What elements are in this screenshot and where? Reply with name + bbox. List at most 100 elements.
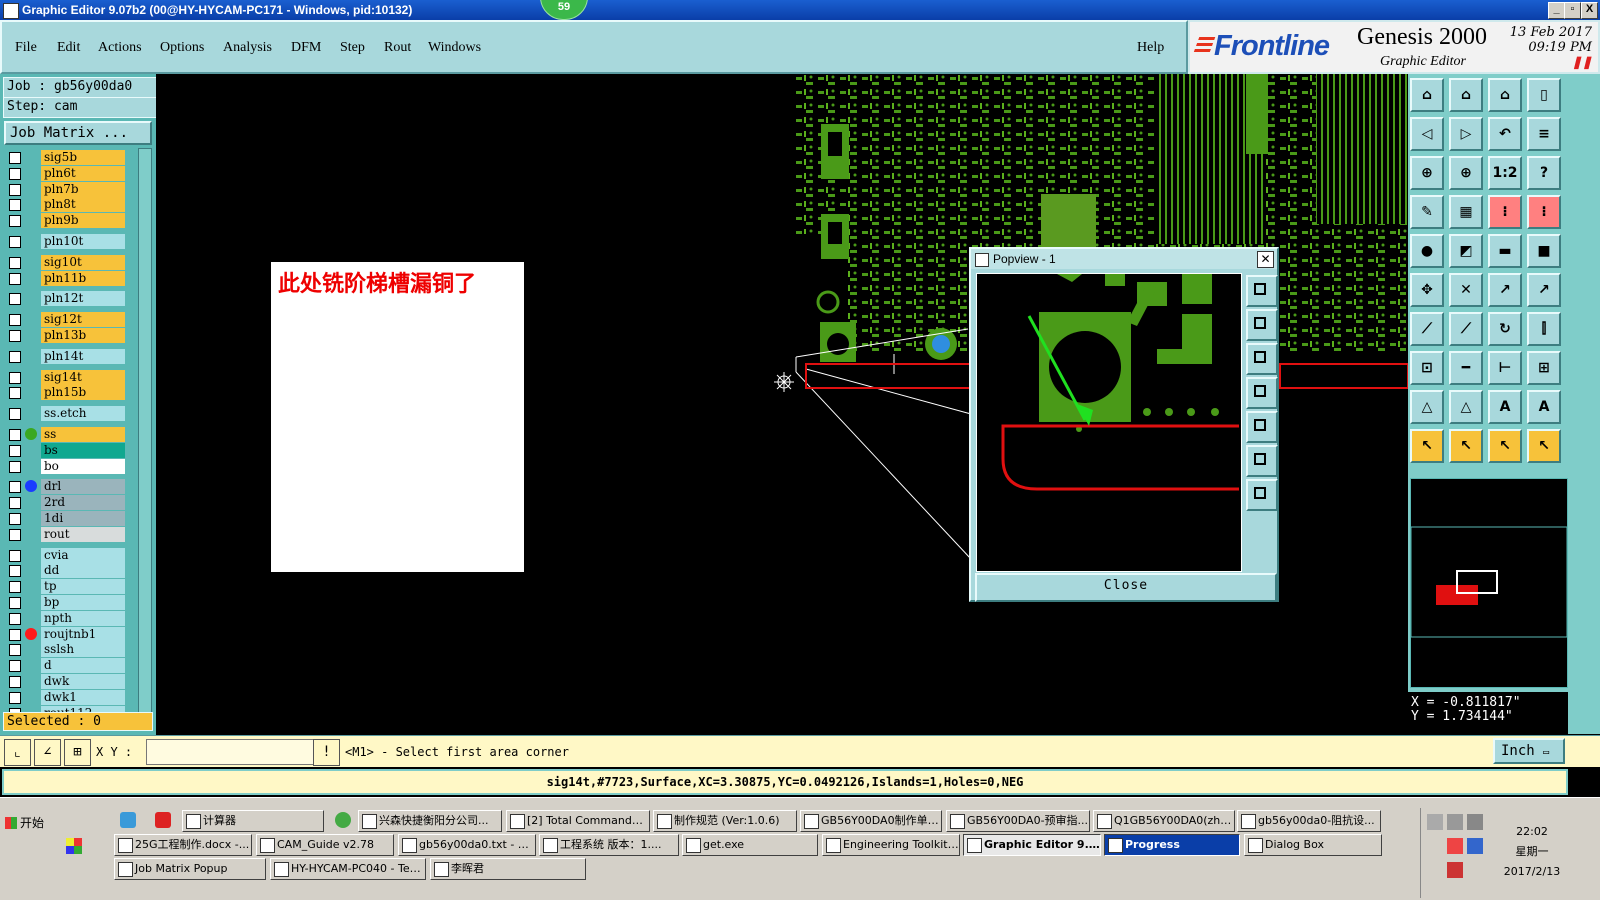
- layer-checkbox[interactable]: [9, 387, 21, 400]
- restore-button[interactable]: ▫: [1564, 2, 1581, 19]
- tool-button-26[interactable]: ⟋: [1449, 312, 1483, 346]
- layer-name[interactable]: pln8t: [41, 197, 125, 213]
- layer-row[interactable]: pln7b: [3, 181, 125, 197]
- start-button[interactable]: 开始: [2, 810, 66, 836]
- layer-row[interactable]: rout: [3, 526, 125, 542]
- layer-row[interactable]: bs: [3, 442, 125, 458]
- layer-checkbox[interactable]: [9, 460, 21, 473]
- layer-row[interactable]: d: [3, 658, 125, 674]
- pdf-icon[interactable]: [155, 812, 171, 828]
- tool-button-35[interactable]: A: [1488, 390, 1522, 424]
- layer-checkbox[interactable]: [9, 660, 21, 673]
- layer-name[interactable]: pln14t: [41, 348, 125, 364]
- tool-button-27[interactable]: ↻: [1488, 312, 1522, 346]
- tool-button-20[interactable]: ■: [1527, 234, 1561, 268]
- tool-button-32[interactable]: ⊞: [1527, 351, 1561, 385]
- menu-step[interactable]: Step: [340, 40, 365, 56]
- tool-button-10[interactable]: ⊕: [1449, 156, 1483, 190]
- tool-button-6[interactable]: ▷: [1449, 117, 1483, 151]
- tray-icon-4[interactable]: [1467, 838, 1483, 854]
- taskbar-button[interactable]: 李晖君: [430, 858, 586, 880]
- tool-button-3[interactable]: ⌂: [1488, 78, 1522, 112]
- layer-name[interactable]: pln6t: [41, 165, 125, 181]
- tool-button-23[interactable]: ↗: [1488, 273, 1522, 307]
- tool-button-17[interactable]: ●: [1410, 234, 1444, 268]
- tool-button-16[interactable]: ⁝: [1527, 195, 1561, 229]
- popview-close-button[interactable]: Close: [975, 573, 1277, 602]
- layer-row[interactable]: tp: [3, 579, 125, 595]
- volume-icon[interactable]: [1467, 814, 1483, 830]
- notification-badge[interactable]: 59: [540, 0, 588, 20]
- layer-checkbox[interactable]: [9, 565, 21, 578]
- tool-button-24[interactable]: ↗: [1527, 273, 1561, 307]
- tool-button-40[interactable]: ↖: [1527, 429, 1561, 463]
- layer-name[interactable]: dd: [41, 563, 125, 579]
- layer-name[interactable]: dwk: [41, 674, 125, 689]
- layer-name[interactable]: ss.etch: [41, 406, 125, 422]
- taskbar-button[interactable]: 25G工程制作.docx -...: [114, 834, 252, 856]
- layer-row[interactable]: pln10t: [3, 234, 125, 249]
- taskbar-button[interactable]: [2] Total Commander ...: [506, 810, 650, 832]
- layer-row[interactable]: dwk1: [3, 689, 125, 705]
- popview-close-icon[interactable]: ✕: [1257, 251, 1274, 268]
- layer-row[interactable]: ss.etch: [3, 406, 125, 422]
- alert-icon[interactable]: !: [313, 739, 340, 766]
- layer-name[interactable]: npth: [41, 610, 125, 626]
- taskbar-button[interactable]: Q1GB56Y00DA0(zhan...: [1093, 810, 1235, 832]
- taskbar-button[interactable]: GB56Y00DA0-预审指...: [946, 810, 1090, 832]
- tool-button-38[interactable]: ↖: [1449, 429, 1483, 463]
- taskbar-button[interactable]: GB56Y00DA0制作单....: [800, 810, 942, 832]
- layer-checkbox[interactable]: [9, 444, 21, 457]
- tool-button-28[interactable]: ⫿: [1527, 312, 1561, 346]
- layer-row[interactable]: cvia: [3, 547, 125, 563]
- layer-checkbox[interactable]: [9, 628, 21, 641]
- layer-row[interactable]: ss: [3, 427, 125, 442]
- tool-button-1[interactable]: ⌂: [1410, 78, 1444, 112]
- layer-name[interactable]: pln9b: [41, 213, 125, 229]
- layer-row[interactable]: sig5b: [3, 150, 125, 165]
- layer-name[interactable]: sig12t: [41, 312, 125, 328]
- layer-checkbox[interactable]: [9, 676, 21, 688]
- layer-name[interactable]: d: [41, 658, 125, 674]
- tray-icon-1[interactable]: [1427, 814, 1443, 830]
- layer-name[interactable]: bo: [41, 458, 125, 474]
- tool-button-12[interactable]: ?: [1527, 156, 1561, 190]
- taskbar-button[interactable]: 计算器: [182, 810, 324, 832]
- layer-row[interactable]: dd: [3, 563, 125, 579]
- tool-button-2[interactable]: ⌂: [1449, 78, 1483, 112]
- layer-row[interactable]: sslsh: [3, 642, 125, 658]
- layer-checkbox[interactable]: [9, 513, 21, 525]
- quicklaunch-icon-1[interactable]: [120, 812, 136, 828]
- menu-dfm[interactable]: DFM: [291, 40, 321, 56]
- layer-name[interactable]: tp: [41, 579, 125, 595]
- tool-button-31[interactable]: ⊢: [1488, 351, 1522, 385]
- layer-checkbox[interactable]: [9, 549, 21, 562]
- job-matrix-button[interactable]: Job Matrix ...: [4, 121, 152, 145]
- layer-name[interactable]: pln7b: [41, 181, 125, 197]
- tool-button-5[interactable]: ◁: [1410, 117, 1444, 151]
- layer-checkbox[interactable]: [9, 408, 21, 421]
- layer-row[interactable]: sig12t: [3, 312, 125, 328]
- popview-tool-7[interactable]: [1246, 479, 1278, 511]
- clock[interactable]: 22:02 星期一 2017/2/13: [1497, 822, 1567, 882]
- layer-checkbox[interactable]: [9, 497, 21, 510]
- layer-row[interactable]: bo: [3, 458, 125, 474]
- layer-name[interactable]: bs: [41, 442, 125, 458]
- tool-button-30[interactable]: ━: [1449, 351, 1483, 385]
- menu-help[interactable]: Help: [1137, 40, 1164, 56]
- tray-icon-2[interactable]: [1447, 814, 1463, 830]
- layer-name[interactable]: pln11b: [41, 270, 125, 286]
- layer-row[interactable]: pln6t: [3, 165, 125, 181]
- layer-row[interactable]: pln8t: [3, 197, 125, 213]
- layer-checkbox[interactable]: [9, 167, 21, 180]
- horizontal-scrollbar[interactable]: [0, 797, 1600, 806]
- layer-name[interactable]: pln15b: [41, 385, 125, 401]
- menu-actions[interactable]: Actions: [98, 40, 142, 56]
- layer-row[interactable]: pln14t: [3, 348, 125, 364]
- layer-checkbox[interactable]: [9, 597, 21, 609]
- layer-name[interactable]: 2rd: [41, 495, 125, 511]
- tray-icon-5[interactable]: [1447, 862, 1463, 878]
- tool-button-37[interactable]: ↖: [1410, 429, 1444, 463]
- tool-button-22[interactable]: ✕: [1449, 273, 1483, 307]
- layer-checkbox[interactable]: [9, 528, 21, 541]
